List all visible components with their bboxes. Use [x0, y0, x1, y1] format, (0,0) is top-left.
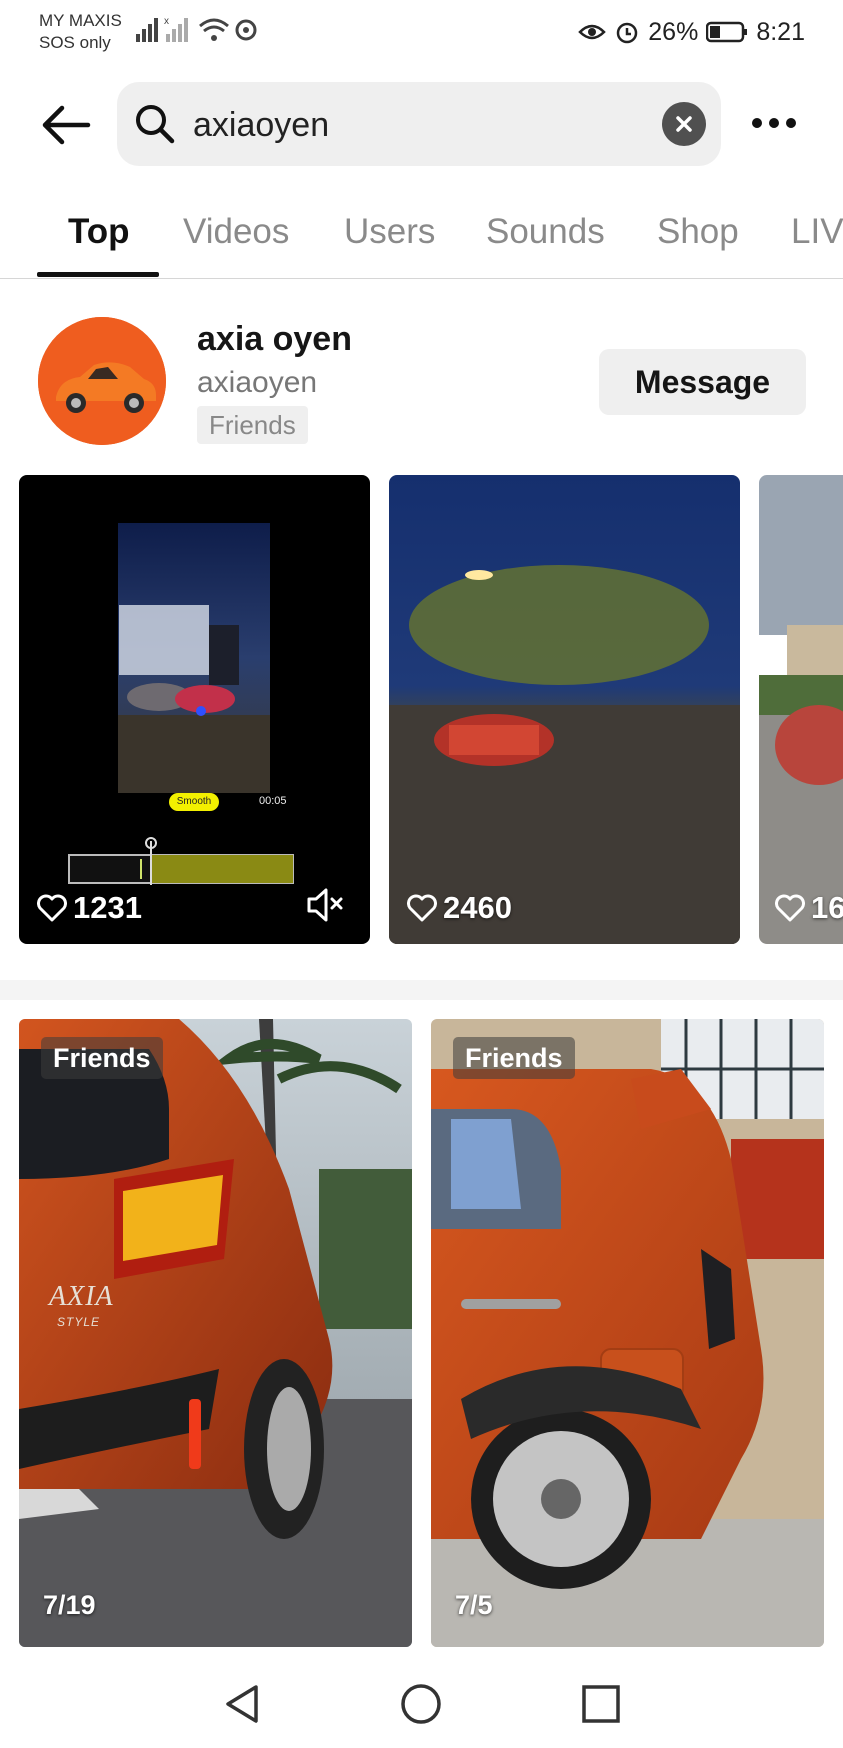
- clip-time: 00:05: [259, 795, 287, 807]
- heart-icon: [37, 894, 67, 922]
- carrier-name: MY MAXIS: [39, 11, 122, 30]
- search-tabs: Top Videos Users Sounds Shop LIV: [0, 200, 843, 279]
- system-nav-bar: [0, 1660, 843, 1748]
- post-date: 7/19: [43, 1590, 96, 1620]
- like-count: 1231: [37, 890, 142, 926]
- arrow-left-icon[interactable]: [38, 100, 94, 150]
- tab-videos[interactable]: Videos: [183, 212, 289, 252]
- post-image: [431, 1019, 824, 1647]
- post-date: 7/5: [455, 1590, 493, 1620]
- post-card[interactable]: AXIA STYLE Friends 7/19: [19, 1019, 412, 1647]
- clock: 8:21: [756, 17, 805, 46]
- car-badge: AXIA: [49, 1281, 114, 1312]
- video-thumbnail: [759, 475, 843, 944]
- message-button[interactable]: Message: [599, 349, 806, 415]
- search-icon: [136, 105, 175, 144]
- right-status: 26% 8:21: [578, 14, 805, 50]
- friends-badge: Friends: [197, 406, 308, 444]
- post-card[interactable]: Friends 7/5: [431, 1019, 824, 1647]
- like-count: 16: [775, 890, 843, 926]
- like-value: 16: [811, 890, 843, 925]
- heart-icon: [775, 894, 805, 922]
- alarm-icon: [617, 22, 638, 44]
- active-tab-indicator: [37, 272, 159, 277]
- muted-speaker-icon[interactable]: [305, 885, 345, 925]
- battery-percent: 26%: [648, 17, 699, 46]
- like-value: 2460: [443, 890, 512, 925]
- like-value: 1231: [73, 890, 142, 925]
- tab-shop[interactable]: Shop: [657, 212, 739, 252]
- post-image: [19, 1019, 412, 1647]
- search-query[interactable]: axiaoyen: [193, 104, 329, 146]
- video-card[interactable]: 2460: [389, 475, 740, 944]
- eye-icon: [578, 24, 607, 40]
- section-divider: [0, 980, 843, 1000]
- battery-icon: [706, 21, 748, 43]
- like-count: 2460: [407, 890, 512, 926]
- nav-recents-icon[interactable]: [580, 1683, 622, 1725]
- status-bar: MY MAXIS SOS only x 26% 8:21: [0, 0, 843, 62]
- friends-badge: Friends: [41, 1037, 163, 1079]
- video-card[interactable]: Smooth 00:05 1231: [19, 475, 370, 944]
- tab-live[interactable]: LIV: [791, 212, 843, 252]
- nav-home-icon[interactable]: [400, 1683, 442, 1725]
- nav-back-icon[interactable]: [222, 1683, 262, 1725]
- video-thumbnail: [389, 475, 740, 944]
- clear-icon[interactable]: [662, 102, 706, 146]
- carrier-info: MY MAXIS SOS only: [39, 10, 122, 54]
- carrier-sub: SOS only: [39, 33, 111, 52]
- speed-label: Smooth: [169, 793, 219, 811]
- user-display-name[interactable]: axia oyen: [197, 320, 352, 359]
- svg-text:x: x: [164, 16, 169, 27]
- tab-top[interactable]: Top: [68, 212, 130, 252]
- tab-users[interactable]: Users: [344, 212, 435, 252]
- friends-badge: Friends: [453, 1037, 575, 1079]
- video-card[interactable]: 16: [759, 475, 843, 944]
- user-handle: axiaoyen: [197, 366, 318, 399]
- avatar[interactable]: [38, 317, 166, 445]
- tab-sounds[interactable]: Sounds: [486, 212, 605, 252]
- signal-wifi-icons: x: [136, 16, 257, 42]
- more-dots-icon[interactable]: [752, 113, 802, 133]
- car-badge-sub: STYLE: [57, 1315, 101, 1329]
- heart-icon: [407, 894, 437, 922]
